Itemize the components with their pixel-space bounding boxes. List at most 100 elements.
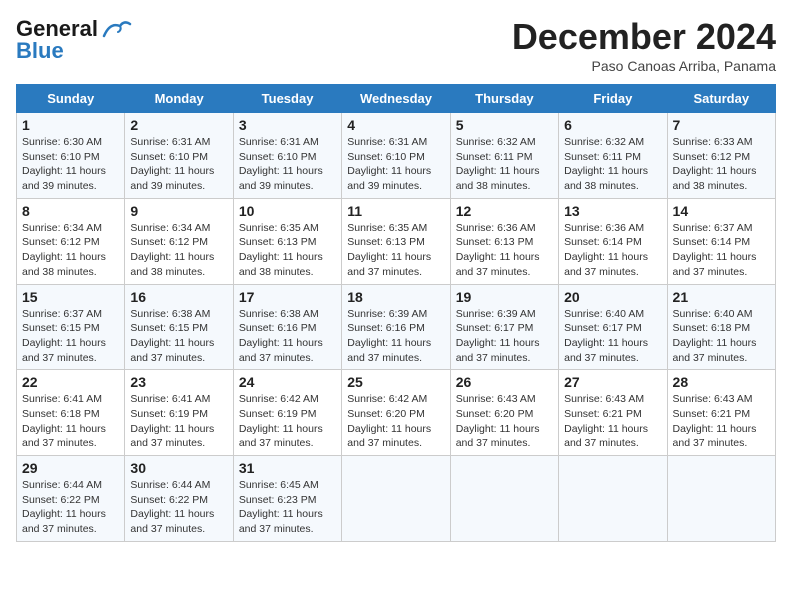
day-info: Sunrise: 6:44 AMSunset: 6:22 PMDaylight:… <box>130 478 227 537</box>
day-cell-19: 19 Sunrise: 6:39 AMSunset: 6:17 PMDayligh… <box>450 284 558 370</box>
day-cell-2: 2 Sunrise: 6:31 AMSunset: 6:10 PMDaylight… <box>125 113 233 199</box>
day-cell-4: 4 Sunrise: 6:31 AMSunset: 6:10 PMDaylight… <box>342 113 450 199</box>
day-number: 30 <box>130 460 227 476</box>
day-number: 15 <box>22 289 119 305</box>
header-row: SundayMondayTuesdayWednesdayThursdayFrid… <box>17 85 776 113</box>
day-info: Sunrise: 6:35 AMSunset: 6:13 PMDaylight:… <box>239 221 336 280</box>
day-cell-18: 18 Sunrise: 6:39 AMSunset: 6:16 PMDayligh… <box>342 284 450 370</box>
day-info: Sunrise: 6:40 AMSunset: 6:18 PMDaylight:… <box>673 307 770 366</box>
day-info: Sunrise: 6:42 AMSunset: 6:20 PMDaylight:… <box>347 392 444 451</box>
day-info: Sunrise: 6:33 AMSunset: 6:12 PMDaylight:… <box>673 135 770 194</box>
day-cell-29: 29Sunrise: 6:44 AMSunset: 6:22 PMDayligh… <box>17 456 125 542</box>
day-info: Sunrise: 6:37 AMSunset: 6:14 PMDaylight:… <box>673 221 770 280</box>
empty-cell <box>559 456 667 542</box>
day-info: Sunrise: 6:43 AMSunset: 6:21 PMDaylight:… <box>673 392 770 451</box>
day-cell-5: 5 Sunrise: 6:32 AMSunset: 6:11 PMDaylight… <box>450 113 558 199</box>
day-number: 3 <box>239 117 336 133</box>
day-info: Sunrise: 6:42 AMSunset: 6:19 PMDaylight:… <box>239 392 336 451</box>
day-info: Sunrise: 6:40 AMSunset: 6:17 PMDaylight:… <box>564 307 661 366</box>
day-cell-23: 23 Sunrise: 6:41 AMSunset: 6:19 PMDayligh… <box>125 370 233 456</box>
day-number: 7 <box>673 117 770 133</box>
day-cell-11: 11 Sunrise: 6:35 AMSunset: 6:13 PMDayligh… <box>342 198 450 284</box>
location-subtitle: Paso Canoas Arriba, Panama <box>512 58 776 74</box>
day-info: Sunrise: 6:43 AMSunset: 6:20 PMDaylight:… <box>456 392 553 451</box>
header: General Blue December 2024 Paso Canoas A… <box>16 16 776 74</box>
day-cell-30: 30 Sunrise: 6:44 AMSunset: 6:22 PMDayligh… <box>125 456 233 542</box>
day-cell-26: 26 Sunrise: 6:43 AMSunset: 6:20 PMDayligh… <box>450 370 558 456</box>
day-number: 19 <box>456 289 553 305</box>
month-title: December 2024 <box>512 16 776 58</box>
day-cell-28: 28 Sunrise: 6:43 AMSunset: 6:21 PMDayligh… <box>667 370 775 456</box>
week-row-5: 29Sunrise: 6:44 AMSunset: 6:22 PMDayligh… <box>17 456 776 542</box>
day-info: Sunrise: 6:31 AMSunset: 6:10 PMDaylight:… <box>347 135 444 194</box>
day-number: 28 <box>673 374 770 390</box>
day-number: 18 <box>347 289 444 305</box>
day-cell-6: 6Sunrise: 6:32 AMSunset: 6:11 PMDaylight… <box>559 113 667 199</box>
day-number: 13 <box>564 203 661 219</box>
day-cell-7: 7 Sunrise: 6:33 AMSunset: 6:12 PMDaylight… <box>667 113 775 199</box>
day-number: 6 <box>564 117 661 133</box>
day-number: 14 <box>673 203 770 219</box>
calendar-table: SundayMondayTuesdayWednesdayThursdayFrid… <box>16 84 776 542</box>
day-number: 21 <box>673 289 770 305</box>
header-monday: Monday <box>125 85 233 113</box>
day-info: Sunrise: 6:36 AMSunset: 6:14 PMDaylight:… <box>564 221 661 280</box>
header-tuesday: Tuesday <box>233 85 341 113</box>
day-cell-13: 13 Sunrise: 6:36 AMSunset: 6:14 PMDayligh… <box>559 198 667 284</box>
day-cell-24: 24Sunrise: 6:42 AMSunset: 6:19 PMDayligh… <box>233 370 341 456</box>
day-cell-9: 9Sunrise: 6:34 AMSunset: 6:12 PMDaylight… <box>125 198 233 284</box>
day-info: Sunrise: 6:38 AMSunset: 6:16 PMDaylight:… <box>239 307 336 366</box>
day-number: 31 <box>239 460 336 476</box>
empty-cell <box>342 456 450 542</box>
day-number: 10 <box>239 203 336 219</box>
week-row-4: 22Sunrise: 6:41 AMSunset: 6:18 PMDayligh… <box>17 370 776 456</box>
day-info: Sunrise: 6:37 AMSunset: 6:15 PMDaylight:… <box>22 307 119 366</box>
day-cell-8: 8 Sunrise: 6:34 AMSunset: 6:12 PMDaylight… <box>17 198 125 284</box>
day-info: Sunrise: 6:45 AMSunset: 6:23 PMDaylight:… <box>239 478 336 537</box>
day-number: 12 <box>456 203 553 219</box>
header-saturday: Saturday <box>667 85 775 113</box>
day-cell-16: 16Sunrise: 6:38 AMSunset: 6:15 PMDayligh… <box>125 284 233 370</box>
day-info: Sunrise: 6:41 AMSunset: 6:19 PMDaylight:… <box>130 392 227 451</box>
day-info: Sunrise: 6:32 AMSunset: 6:11 PMDaylight:… <box>456 135 553 194</box>
week-row-2: 8 Sunrise: 6:34 AMSunset: 6:12 PMDaylight… <box>17 198 776 284</box>
day-number: 23 <box>130 374 227 390</box>
day-info: Sunrise: 6:35 AMSunset: 6:13 PMDaylight:… <box>347 221 444 280</box>
day-info: Sunrise: 6:31 AMSunset: 6:10 PMDaylight:… <box>130 135 227 194</box>
day-number: 11 <box>347 203 444 219</box>
empty-cell <box>450 456 558 542</box>
day-cell-31: 31 Sunrise: 6:45 AMSunset: 6:23 PMDayligh… <box>233 456 341 542</box>
logo: General Blue <box>16 16 132 64</box>
day-number: 27 <box>564 374 661 390</box>
day-number: 2 <box>130 117 227 133</box>
day-cell-10: 10 Sunrise: 6:35 AMSunset: 6:13 PMDayligh… <box>233 198 341 284</box>
day-number: 8 <box>22 203 119 219</box>
logo-bird-icon <box>102 18 132 40</box>
title-area: December 2024 Paso Canoas Arriba, Panama <box>512 16 776 74</box>
header-wednesday: Wednesday <box>342 85 450 113</box>
day-number: 26 <box>456 374 553 390</box>
day-number: 25 <box>347 374 444 390</box>
day-number: 9 <box>130 203 227 219</box>
day-cell-1: 1Sunrise: 6:30 AMSunset: 6:10 PMDaylight… <box>17 113 125 199</box>
logo-blue: Blue <box>16 38 64 64</box>
day-info: Sunrise: 6:44 AMSunset: 6:22 PMDaylight:… <box>22 478 119 537</box>
day-number: 5 <box>456 117 553 133</box>
day-info: Sunrise: 6:43 AMSunset: 6:21 PMDaylight:… <box>564 392 661 451</box>
day-info: Sunrise: 6:34 AMSunset: 6:12 PMDaylight:… <box>22 221 119 280</box>
day-number: 17 <box>239 289 336 305</box>
header-thursday: Thursday <box>450 85 558 113</box>
day-number: 4 <box>347 117 444 133</box>
day-number: 22 <box>22 374 119 390</box>
day-cell-15: 15 Sunrise: 6:37 AMSunset: 6:15 PMDayligh… <box>17 284 125 370</box>
day-cell-25: 25 Sunrise: 6:42 AMSunset: 6:20 PMDayligh… <box>342 370 450 456</box>
day-info: Sunrise: 6:39 AMSunset: 6:16 PMDaylight:… <box>347 307 444 366</box>
day-cell-22: 22Sunrise: 6:41 AMSunset: 6:18 PMDayligh… <box>17 370 125 456</box>
day-info: Sunrise: 6:39 AMSunset: 6:17 PMDaylight:… <box>456 307 553 366</box>
day-info: Sunrise: 6:38 AMSunset: 6:15 PMDaylight:… <box>130 307 227 366</box>
empty-cell <box>667 456 775 542</box>
day-info: Sunrise: 6:31 AMSunset: 6:10 PMDaylight:… <box>239 135 336 194</box>
day-info: Sunrise: 6:36 AMSunset: 6:13 PMDaylight:… <box>456 221 553 280</box>
day-info: Sunrise: 6:30 AMSunset: 6:10 PMDaylight:… <box>22 135 119 194</box>
header-friday: Friday <box>559 85 667 113</box>
